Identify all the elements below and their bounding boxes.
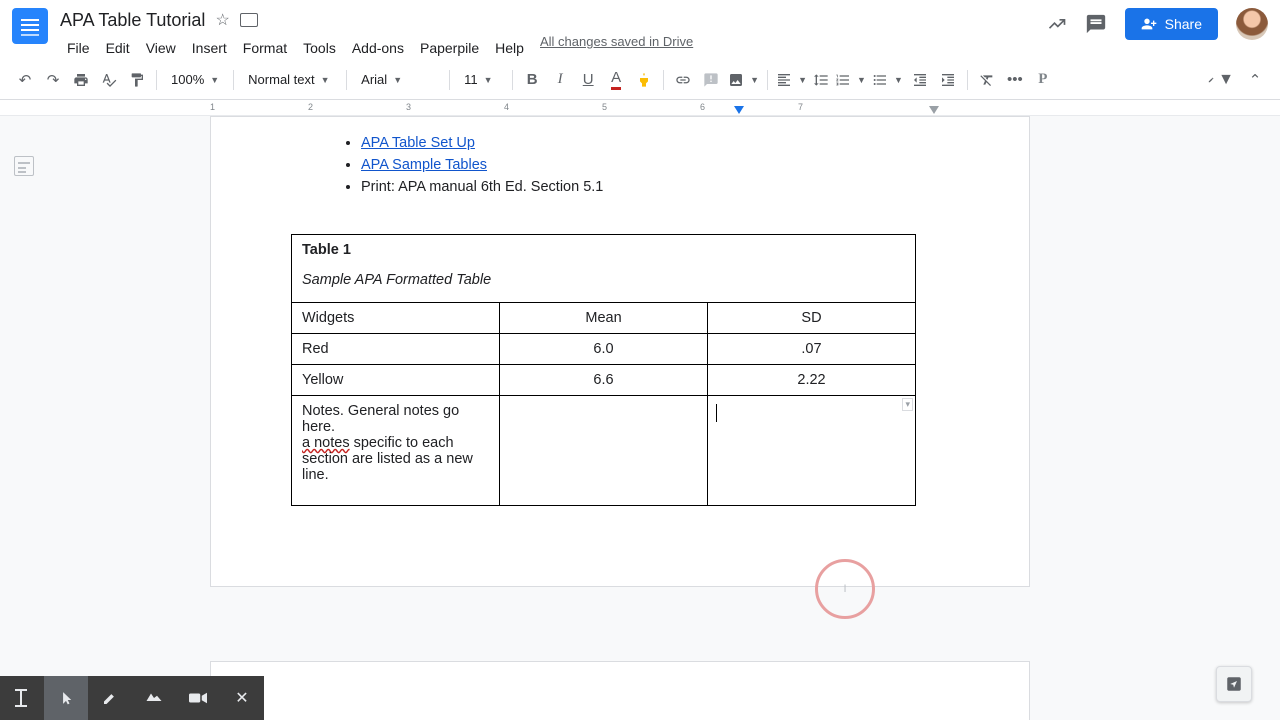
page-2[interactable] xyxy=(210,661,1030,720)
toolbar: ↶ ↷ 100%▼ Normal text▼ Arial▼ 11▼ B I U … xyxy=(0,60,1280,100)
activity-icon[interactable] xyxy=(1047,14,1067,34)
table-row[interactable]: Notes. General notes go here. a notes sp… xyxy=(292,396,916,506)
rec-video-tool[interactable] xyxy=(176,676,220,720)
annotation-circle: I xyxy=(815,559,875,619)
expand-button[interactable]: ⌃ xyxy=(1242,67,1268,93)
menu-paperpile[interactable]: Paperpile xyxy=(413,36,486,60)
rec-close-button[interactable]: ✕ xyxy=(220,676,264,720)
paint-format-button[interactable] xyxy=(124,67,150,93)
text-cursor xyxy=(716,404,717,422)
rec-cursor-tool[interactable] xyxy=(44,676,88,720)
outline-toggle[interactable] xyxy=(14,156,34,176)
undo-button[interactable]: ↶ xyxy=(12,67,38,93)
link-apa-setup[interactable]: APA Table Set Up xyxy=(361,135,475,151)
spellcheck-button[interactable] xyxy=(96,67,122,93)
font-select[interactable]: Arial▼ xyxy=(353,67,443,93)
italic-button[interactable]: I xyxy=(547,67,573,93)
menu-insert[interactable]: Insert xyxy=(185,36,234,60)
page-1[interactable]: APA Table Set Up APA Sample Tables Print… xyxy=(210,116,1030,587)
save-status[interactable]: All changes saved in Drive xyxy=(520,34,693,55)
ruler[interactable]: 1 2 3 4 5 6 7 xyxy=(0,100,1280,116)
indent-marker-icon[interactable] xyxy=(734,106,744,116)
list-text: Print: APA manual 6th Ed. Section 5.1 xyxy=(361,179,603,195)
image-button[interactable]: ▼ xyxy=(726,67,761,93)
table-row[interactable]: Yellow 6.6 2.22 xyxy=(292,365,916,396)
underline-button[interactable]: U xyxy=(575,67,601,93)
explore-button[interactable] xyxy=(1216,666,1252,702)
rec-highlighter-tool[interactable] xyxy=(132,676,176,720)
share-label: Share xyxy=(1165,16,1202,32)
share-button[interactable]: Share xyxy=(1125,8,1218,40)
rec-text-tool[interactable] xyxy=(0,676,44,720)
editing-mode-button[interactable]: ▼ xyxy=(1208,67,1234,93)
notes-cell[interactable]: Notes. General notes go here. a notes sp… xyxy=(292,396,500,506)
linespacing-button[interactable] xyxy=(811,67,831,93)
bulleted-list-button[interactable]: ▼ xyxy=(870,67,905,93)
text-color-button[interactable]: A xyxy=(603,67,629,93)
zoom-select[interactable]: 100%▼ xyxy=(163,67,227,93)
align-button[interactable]: ▼ xyxy=(774,67,809,93)
link-button[interactable] xyxy=(670,67,696,93)
menu-edit[interactable]: Edit xyxy=(99,36,137,60)
active-cell[interactable]: ▾ xyxy=(708,396,916,506)
comment-button[interactable] xyxy=(698,67,724,93)
indent-increase-button[interactable] xyxy=(935,67,961,93)
resource-list: APA Table Set Up APA Sample Tables Print… xyxy=(361,133,949,198)
rec-pencil-tool[interactable] xyxy=(88,676,132,720)
paperpile-icon[interactable]: P xyxy=(1030,67,1056,93)
col-header[interactable]: SD xyxy=(708,303,916,334)
move-folder-icon[interactable] xyxy=(240,13,258,27)
print-button[interactable] xyxy=(68,67,94,93)
menu-addons[interactable]: Add-ons xyxy=(345,36,411,60)
indent-decrease-button[interactable] xyxy=(907,67,933,93)
docs-icon[interactable] xyxy=(12,8,48,44)
document-title[interactable]: APA Table Tutorial xyxy=(60,10,205,31)
style-select[interactable]: Normal text▼ xyxy=(240,67,340,93)
cell-handle-icon[interactable]: ▾ xyxy=(902,398,913,411)
list-item: Print: APA manual 6th Ed. Section 5.1 xyxy=(361,177,949,199)
document-canvas[interactable]: APA Table Set Up APA Sample Tables Print… xyxy=(0,116,1280,720)
apa-table[interactable]: Table 1 Sample APA Formatted Table Widge… xyxy=(291,234,916,506)
menu-view[interactable]: View xyxy=(139,36,183,60)
numbered-list-button[interactable]: ▼ xyxy=(833,67,868,93)
star-icon[interactable]: ☆ xyxy=(215,10,229,30)
table-header-cell[interactable]: Table 1 Sample APA Formatted Table xyxy=(292,235,916,303)
more-button[interactable]: ••• xyxy=(1002,67,1028,93)
account-avatar[interactable] xyxy=(1236,8,1268,40)
table-row[interactable]: Red 6.0 .07 xyxy=(292,334,916,365)
highlight-button[interactable] xyxy=(631,67,657,93)
menu-format[interactable]: Format xyxy=(236,36,294,60)
col-header[interactable]: Widgets xyxy=(292,303,500,334)
clear-formatting-button[interactable] xyxy=(974,67,1000,93)
menu-tools[interactable]: Tools xyxy=(296,36,343,60)
link-apa-samples[interactable]: APA Sample Tables xyxy=(361,157,487,173)
recorder-bar: ✕ xyxy=(0,676,264,720)
list-item: APA Table Set Up xyxy=(361,133,949,155)
table-number: Table 1 xyxy=(302,242,905,258)
menu-file[interactable]: File xyxy=(60,36,97,60)
bold-button[interactable]: B xyxy=(519,67,545,93)
table-caption: Sample APA Formatted Table xyxy=(302,272,491,288)
redo-button[interactable]: ↷ xyxy=(40,67,66,93)
col-header[interactable]: Mean xyxy=(500,303,708,334)
fontsize-select[interactable]: 11▼ xyxy=(456,67,506,93)
list-item: APA Sample Tables xyxy=(361,155,949,177)
comments-icon[interactable] xyxy=(1085,13,1107,35)
right-indent-marker-icon[interactable] xyxy=(929,106,939,116)
